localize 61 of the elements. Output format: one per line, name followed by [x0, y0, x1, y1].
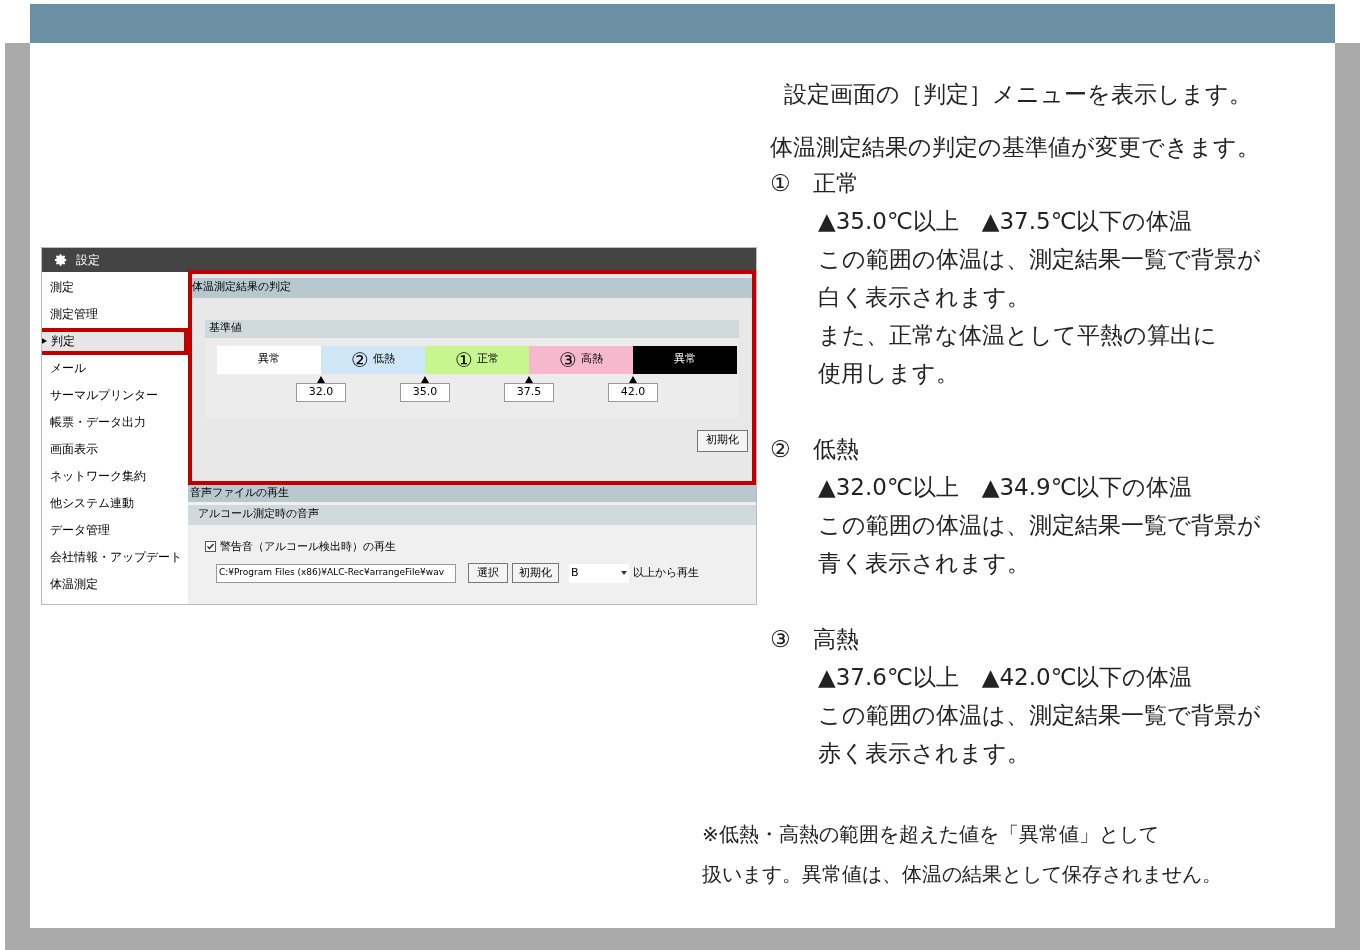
description-line: 赤く表示されます。 — [818, 739, 1031, 768]
sidebar-item[interactable]: 体温測定 — [42, 570, 188, 598]
item-number: ② — [770, 435, 791, 464]
description-line: ▲32.0℃以上 ▲34.9℃以下の体温 — [818, 473, 1194, 502]
intro-text: 設定画面の［判定］メニューを表示します。 — [784, 80, 1253, 109]
threshold-input[interactable]: 32.0 — [296, 382, 346, 402]
action-button[interactable]: 選択 — [468, 563, 508, 583]
triangle-icon — [42, 337, 47, 345]
note-line: ※低熱・高熱の範囲を超えた値を「異常値」として — [702, 821, 1160, 848]
section-header: 体温測定結果の判定 — [192, 277, 752, 298]
sidebar-item[interactable]: 会社情報・アップデート — [42, 543, 188, 571]
range-band: 異常 — [217, 345, 321, 374]
subsection-header: アルコール測定時の音声 — [188, 504, 756, 525]
item-number: ① — [770, 169, 791, 198]
item-number: ③ — [770, 625, 791, 654]
description-line: 青く表示されます。 — [818, 549, 1031, 578]
threshold-input[interactable]: 35.0 — [400, 382, 450, 402]
description-line: ▲37.6℃以上 ▲42.0℃以下の体温 — [818, 663, 1194, 692]
threshold-input[interactable]: 42.0 — [608, 382, 658, 402]
description-line: この範囲の体温は、測定結果一覧で背景が — [818, 701, 1262, 730]
range-band: 異常 — [633, 345, 737, 374]
action-button[interactable]: 初期化 — [512, 563, 559, 583]
dropdown-icon — [621, 571, 627, 575]
path-input[interactable]: C:¥Program Files (x86)¥ALC-Rec¥arrangeFile¥wav — [216, 563, 456, 583]
description-line: 白く表示されます。 — [818, 283, 1031, 312]
circled-number: ② — [351, 349, 369, 370]
note-line: 扱います。異常値は、体温の結果として保存されません。 — [702, 861, 1223, 888]
description-line: 使用します。 — [818, 359, 960, 388]
pointer-icon — [317, 375, 325, 383]
pointer-icon — [629, 375, 637, 383]
sidebar-item[interactable]: ネットワーク集約 — [42, 462, 188, 490]
item-title: 高熱 — [812, 625, 859, 654]
description-line: この範囲の体温は、測定結果一覧で背景が — [818, 245, 1262, 274]
description-line: ▲35.0℃以上 ▲37.5℃以下の体温 — [818, 207, 1194, 236]
sidebar-item[interactable]: 帳票・データ出力 — [42, 408, 188, 436]
sidebar-item[interactable]: 判定 — [42, 327, 188, 355]
item-title: 低熱 — [812, 435, 859, 464]
sidebar-item[interactable]: データ管理 — [42, 516, 188, 544]
sidebar-item[interactable]: 測定 — [42, 273, 188, 301]
threshold-input[interactable]: 37.5 — [504, 382, 554, 402]
sidebar-item[interactable]: サーマルプリンター — [42, 381, 188, 409]
subsection-header: 基準値 — [205, 319, 739, 338]
circled-number: ③ — [559, 349, 577, 370]
pointer-icon — [421, 375, 429, 383]
description-line: また、正常な体温として平熱の算出に — [818, 321, 1218, 350]
pointer-icon — [525, 375, 533, 383]
item-title: 正常 — [812, 169, 859, 198]
window-title: 設定 — [76, 251, 100, 269]
select-suffix: 以上から再生 — [633, 564, 699, 581]
lead-text: 体温測定結果の判定の基準値が変更できます。 — [770, 132, 1261, 162]
level-select[interactable]: B — [569, 563, 629, 583]
settings-icon — [54, 252, 68, 267]
sidebar-item[interactable]: 他システム連動 — [42, 489, 188, 517]
sidebar-item[interactable]: 画面表示 — [42, 435, 188, 463]
description-line: この範囲の体温は、測定結果一覧で背景が — [818, 511, 1262, 540]
checkbox[interactable] — [205, 541, 216, 553]
reset-button[interactable]: 初期化 — [697, 429, 748, 452]
sidebar-item[interactable]: 測定管理 — [42, 300, 188, 328]
sidebar-item[interactable]: メール — [42, 354, 188, 382]
checkbox-label: 警告音（アルコール検出時）の再生 — [220, 538, 396, 555]
circled-number: ① — [455, 349, 473, 370]
